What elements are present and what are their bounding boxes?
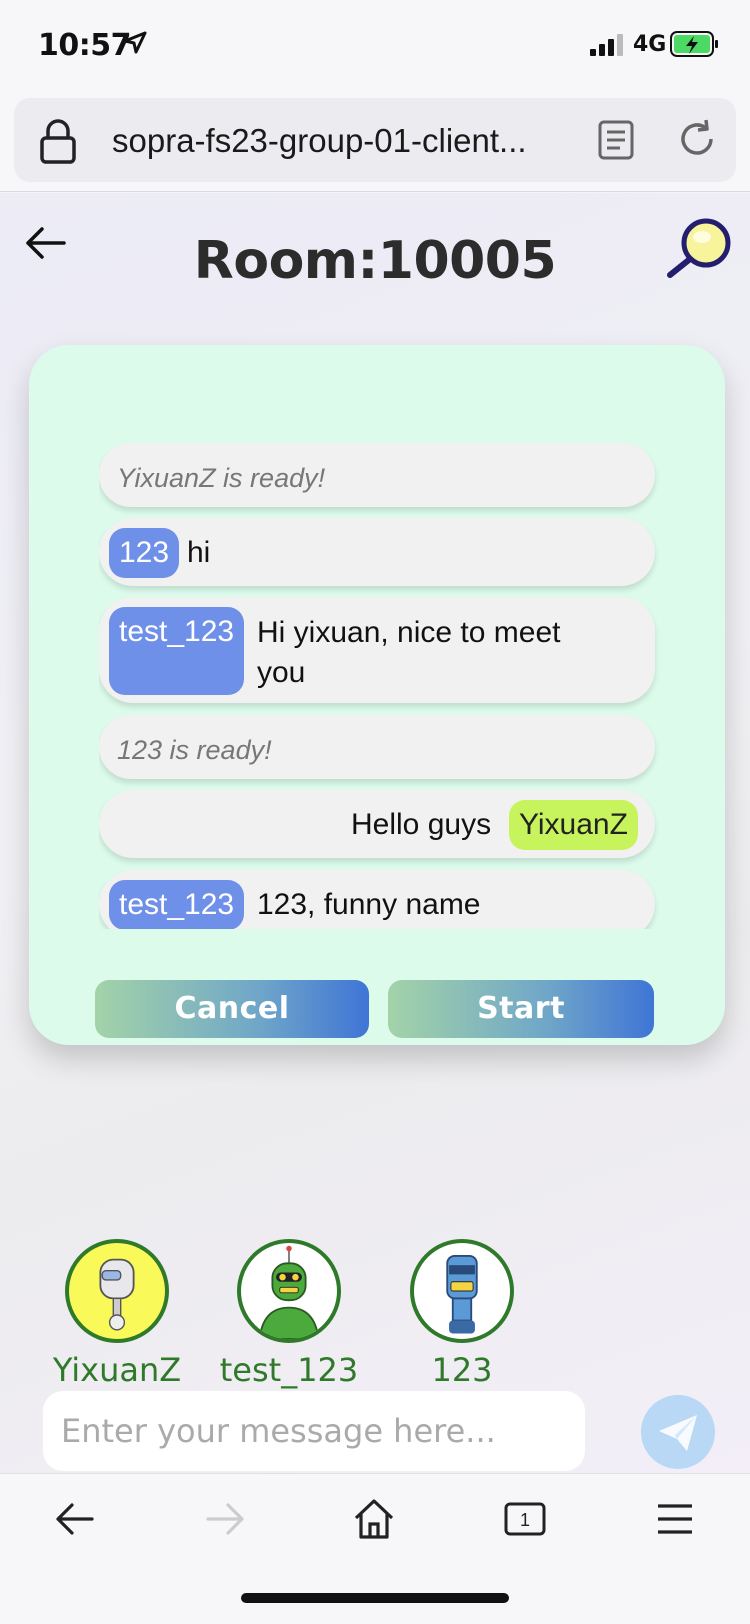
status-bar: 10:57 4G xyxy=(0,0,750,92)
sender-tag: 123 xyxy=(109,528,180,578)
robot-avatar-icon xyxy=(99,1258,135,1331)
url-text[interactable]: sopra-fs23-group-01-client... xyxy=(112,122,527,160)
system-message: 123 is ready! xyxy=(99,715,655,779)
robot-avatar-icon xyxy=(446,1255,478,1334)
system-message: YixuanZ is ready! xyxy=(99,443,655,507)
sender-tag: test_123 xyxy=(109,607,245,695)
message-text: 123, funny name xyxy=(257,888,481,921)
location-arrow-icon xyxy=(123,31,147,54)
forward-icon[interactable] xyxy=(202,1496,248,1542)
home-indicator xyxy=(241,1593,509,1603)
chat-message: test_123 123, funny name xyxy=(99,870,655,929)
menu-icon[interactable] xyxy=(652,1496,698,1542)
sender-tag-self: YixuanZ xyxy=(509,800,638,850)
chat-message: test_123 Hi yixuan, nice to meet you xyxy=(99,597,655,703)
reader-mode-icon[interactable] xyxy=(598,120,634,160)
network-type: 4G xyxy=(633,32,667,57)
cancel-button[interactable]: Cancel xyxy=(95,980,369,1038)
sender-tag: test_123 xyxy=(109,880,245,929)
player-avatar-test-123 xyxy=(237,1239,341,1343)
system-message-text: 123 is ready! xyxy=(117,735,272,765)
search-icon[interactable] xyxy=(664,217,736,281)
system-message-text: YixuanZ is ready! xyxy=(117,463,326,493)
message-text: Hello guys xyxy=(351,808,492,841)
player-avatar-123 xyxy=(410,1239,514,1343)
paper-plane-icon xyxy=(659,1415,697,1451)
player-name: test_123 xyxy=(219,1351,359,1389)
room-page: Room:10005 YixuanZ is ready! 123 hi test… xyxy=(0,193,750,1473)
lock-icon xyxy=(40,119,76,164)
home-icon[interactable] xyxy=(351,1496,397,1542)
browser-chrome: sopra-fs23-group-01-client... xyxy=(0,92,750,192)
address-bar[interactable]: sopra-fs23-group-01-client... xyxy=(14,98,736,182)
player-name: 123 xyxy=(431,1351,493,1389)
battery-charging-icon xyxy=(670,31,718,57)
page-title: Room:10005 xyxy=(193,231,557,291)
send-button[interactable] xyxy=(641,1395,715,1469)
cell-signal-icon xyxy=(590,34,623,56)
chat-list[interactable]: YixuanZ is ready! 123 hi test_123 Hi yix… xyxy=(99,435,661,929)
chat-card: YixuanZ is ready! 123 hi test_123 Hi yix… xyxy=(29,345,725,1045)
status-time: 10:57 xyxy=(38,28,132,63)
message-text: Hi yixuan, nice to meet you xyxy=(257,616,561,689)
player-name: YixuanZ xyxy=(52,1351,182,1389)
robot-avatar-icon xyxy=(258,1245,320,1339)
message-input[interactable] xyxy=(43,1391,585,1471)
reload-icon[interactable] xyxy=(676,118,718,160)
start-button[interactable]: Start xyxy=(388,980,654,1038)
player-avatar-yixuanz xyxy=(65,1239,169,1343)
tabs-icon[interactable]: 1 xyxy=(502,1496,548,1542)
tabs-count: 1 xyxy=(520,1510,530,1530)
message-text: hi xyxy=(187,536,211,569)
chat-message-self: Hello guys YixuanZ xyxy=(99,790,655,858)
chat-message: 123 hi xyxy=(99,518,655,586)
back-icon[interactable] xyxy=(52,1496,98,1542)
